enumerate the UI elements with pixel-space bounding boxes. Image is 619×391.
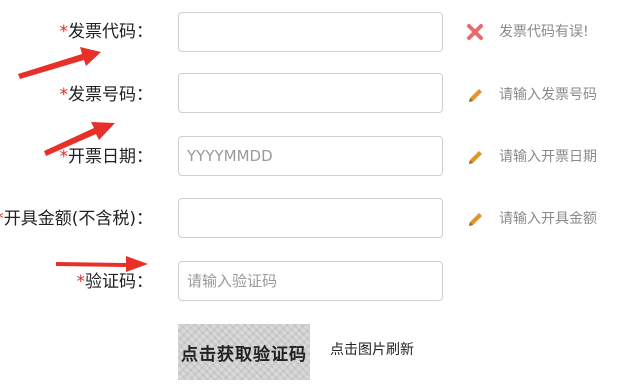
invoice-code-input[interactable] [178, 12, 443, 52]
invoice-date-label: *开票日期： [60, 147, 154, 167]
invoice-amount-label-text: 开具金额(不含税)： [3, 209, 153, 229]
invoice-amount-hint-text: 请输入开具金额 [499, 211, 597, 227]
invoice-number-label: *发票号码： [60, 85, 154, 105]
pencil-icon [465, 85, 485, 105]
required-mark: * [59, 147, 69, 167]
invoice-code-label: *发票代码： [60, 22, 154, 42]
arrow-icon [56, 256, 148, 272]
captcha-image-text: 点击获取验证码 [181, 344, 307, 365]
captcha-label-text: 验证码： [85, 272, 153, 292]
invoice-code-hint: 发票代码有误! [465, 22, 589, 42]
invoice-date-hint: 请输入开票日期 [465, 147, 597, 167]
error-x-icon [465, 22, 485, 42]
invoice-code-hint-text: 发票代码有误! [499, 24, 589, 40]
captcha-image[interactable]: 点击获取验证码 [178, 324, 310, 380]
captcha-label: *验证码： [77, 272, 154, 292]
invoice-number-input[interactable] [178, 73, 443, 113]
invoice-date-hint-text: 请输入开票日期 [499, 149, 597, 165]
invoice-number-hint: 请输入发票号码 [465, 85, 597, 105]
invoice-date-label-text: 开票日期： [68, 147, 153, 167]
arrow-icon [18, 47, 101, 79]
invoice-number-label-text: 发票号码： [68, 85, 153, 105]
invoice-number-hint-text: 请输入发票号码 [499, 87, 597, 103]
required-mark: * [59, 85, 69, 105]
required-mark: * [59, 22, 69, 42]
invoice-amount-label: *开具金额(不含税)： [0, 209, 153, 229]
pencil-icon [465, 209, 485, 229]
invoice-code-label-text: 发票代码： [68, 22, 153, 42]
pencil-icon [465, 147, 485, 167]
captcha-input[interactable] [178, 261, 443, 301]
invoice-date-input[interactable] [178, 136, 443, 176]
required-mark: * [76, 272, 86, 292]
captcha-refresh-link[interactable]: 点击图片刷新 [330, 340, 414, 360]
invoice-amount-hint: 请输入开具金额 [465, 209, 597, 229]
invoice-amount-input[interactable] [178, 198, 443, 238]
